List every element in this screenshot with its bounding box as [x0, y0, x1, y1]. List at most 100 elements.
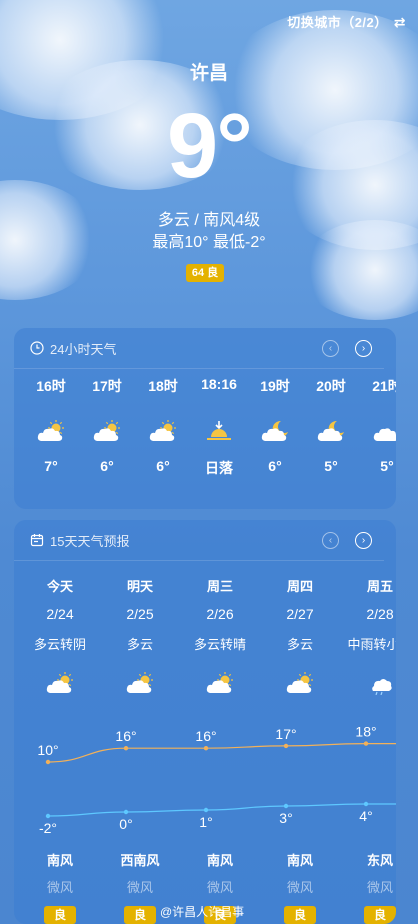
- hour-time: 18时: [148, 378, 178, 394]
- day-date: 2/28: [366, 606, 394, 622]
- daily-card: 15天天气预报 ‹ › 今天 2/24 多云转阴 南风微风良 明天 2/25 多云…: [14, 520, 396, 924]
- hour-time: 16时: [36, 378, 66, 394]
- switch-city-button[interactable]: 切换城市（2/2） ⇄: [287, 12, 406, 31]
- day-item: 周五 2/28 中雨转小雨: [340, 576, 396, 697]
- rain-icon: [340, 671, 396, 697]
- day-date: 2/25: [126, 606, 154, 622]
- calendar-icon: [30, 534, 44, 547]
- cloudy-night-icon: [306, 416, 356, 446]
- hour-temp: 7°: [44, 458, 58, 474]
- sunset-icon: [194, 416, 244, 446]
- day-wind: 南风 微风: [180, 850, 260, 896]
- high-temp-point: [203, 746, 209, 751]
- hour-item: 21时 5°: [362, 376, 396, 478]
- hourly-title: 24小时天气: [50, 341, 117, 357]
- cloudy-day-icon: [138, 416, 188, 446]
- hour-item: 20时 5°: [306, 376, 356, 478]
- aqi-badge[interactable]: 64 良: [186, 264, 224, 282]
- day-date: 2/24: [46, 606, 74, 622]
- hour-item: 18时 6°: [138, 376, 188, 478]
- wind-direction: 南风: [286, 853, 313, 868]
- day-item: 周三 2/26 多云转晴: [180, 576, 260, 697]
- cloudy-day-icon: [260, 671, 340, 697]
- hour-temp: 6°: [100, 458, 114, 474]
- low-temp-label: 1°: [199, 814, 212, 830]
- day-condition: 中雨转小雨: [347, 637, 396, 652]
- low-temp-point: [363, 801, 369, 807]
- day-wind: 东风 微风: [340, 850, 396, 896]
- high-temp-label: 16°: [195, 728, 216, 744]
- cloudy-day-icon: [82, 416, 132, 446]
- wind-direction: 西南风: [120, 853, 160, 868]
- day-condition: 多云转阴: [33, 637, 86, 652]
- low-temp-label: -2°: [39, 820, 57, 836]
- wind-direction: 南风: [46, 853, 73, 868]
- watermark: @许昌人许昌事: [160, 905, 245, 919]
- air-quality-badge: 良: [364, 906, 396, 924]
- clock-icon: [30, 341, 44, 355]
- day-condition: 多云: [126, 637, 153, 652]
- wind-level: 微风: [206, 880, 233, 895]
- day-item: 今天 2/24 多云转阴: [20, 576, 100, 697]
- weather-description: 多云 / 南风4级: [157, 212, 261, 229]
- day-item: 周四 2/27 多云: [260, 576, 340, 697]
- low-temp-point: [45, 813, 51, 819]
- cloudy-night-icon: [250, 416, 300, 446]
- hourly-card: 24小时天气 ‹ › 16时 7° 17时 6° 18时 6° 18:16 日落 19时…: [14, 328, 396, 509]
- day-item: 明天 2/25 多云: [100, 576, 180, 697]
- day-name: 今天: [46, 579, 73, 594]
- wind-level: 微风: [286, 880, 313, 895]
- day-condition: 多云: [286, 637, 313, 652]
- daily-title: 15天天气预报: [50, 533, 130, 549]
- cloudy-day-icon: [26, 416, 76, 446]
- hour-item: 18:16 日落: [194, 376, 244, 478]
- wind-level: 微风: [126, 880, 153, 895]
- day-name: 周四: [286, 579, 313, 594]
- swap-arrows-icon: ⇄: [393, 14, 406, 30]
- hourly-prev-button[interactable]: ‹: [322, 339, 339, 357]
- temperature-chart: 10° 16° 16° 17° 18° -2° 0° 1° 3° 4°: [37, 726, 396, 836]
- day-condition: 多云转晴: [193, 637, 246, 652]
- hour-temp: 6°: [156, 458, 170, 474]
- day-wind: 南风 微风: [260, 850, 340, 896]
- hour-time: 17时: [92, 378, 122, 394]
- day-name: 周三: [206, 579, 233, 594]
- wind-direction: 东风: [366, 853, 393, 868]
- daily-next-button[interactable]: ›: [355, 531, 372, 549]
- high-temp-line: [47, 743, 396, 763]
- wind-level: 微风: [46, 880, 73, 895]
- high-temp-point: [45, 759, 51, 765]
- day-wind: 西南风 微风: [100, 850, 180, 896]
- wind-direction: 南风: [206, 853, 233, 868]
- hourly-next-button[interactable]: ›: [355, 339, 372, 357]
- air-quality-badge: 良: [284, 906, 316, 924]
- high-temp-label: 16°: [115, 728, 136, 744]
- hour-item: 17时 6°: [82, 376, 132, 478]
- hour-temp: 日落: [205, 460, 233, 476]
- hourly-list: 16时 7° 17时 6° 18时 6° 18:16 日落 19时 6° 20时 5° 21…: [24, 376, 396, 486]
- daily-prev-button[interactable]: ‹: [322, 531, 339, 549]
- hour-item: 19时 6°: [250, 376, 300, 478]
- low-temp-line: [47, 803, 396, 817]
- daily-header: 15天天气预报 ‹ ›: [14, 520, 384, 561]
- air-quality-badge: 良: [44, 906, 76, 924]
- high-temp-point: [283, 743, 289, 749]
- day-name: 明天: [126, 579, 153, 594]
- temperature-range: 最高10° 最低-2°: [152, 234, 266, 251]
- day-date: 2/26: [206, 606, 234, 622]
- cloudy-day-icon: [100, 671, 180, 697]
- low-temp-label: 0°: [119, 816, 132, 832]
- hour-time: 18:16: [201, 376, 237, 392]
- wind-level: 微风: [366, 880, 393, 895]
- low-temp-point: [283, 803, 289, 809]
- low-temp-point: [203, 807, 209, 813]
- low-temp-label: 4°: [359, 808, 372, 824]
- high-temp-point: [363, 741, 369, 746]
- hour-time: 19时: [260, 378, 290, 394]
- high-temp-label: 18°: [355, 726, 376, 740]
- day-wind: 南风 微风: [20, 850, 100, 896]
- low-temp-point: [123, 809, 129, 815]
- cloudy-day-icon: [20, 671, 100, 697]
- cloudy-day-icon: [180, 671, 260, 697]
- hour-time: 21时: [372, 378, 396, 394]
